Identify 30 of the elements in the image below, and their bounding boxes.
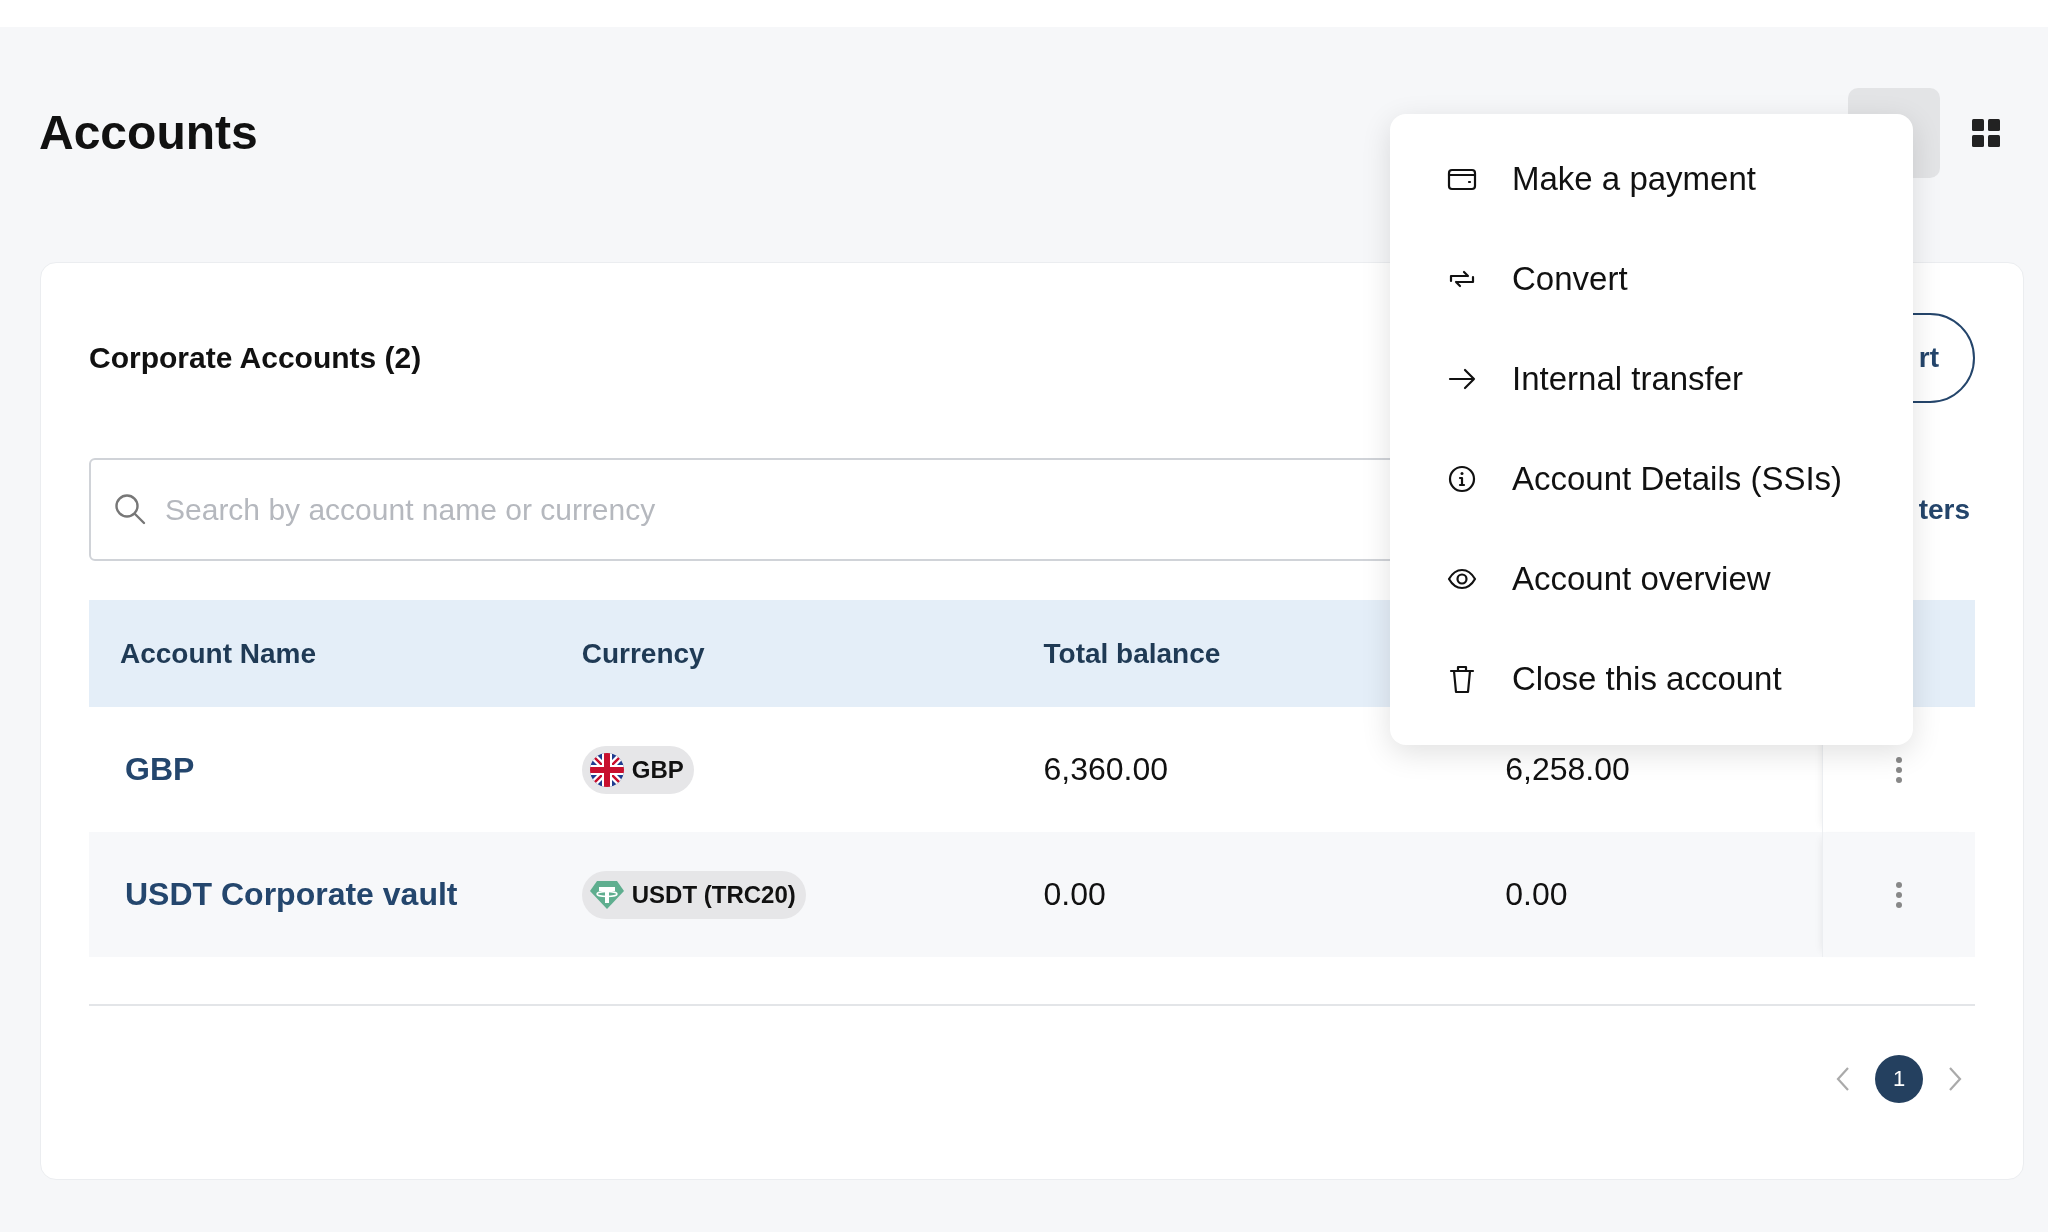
table-cell: 0.00 — [1043, 876, 1106, 913]
chevron-left-icon — [1835, 1066, 1851, 1092]
column-header: Currency — [581, 637, 705, 670]
account-name-link[interactable]: GBP — [125, 751, 195, 788]
search-icon — [113, 492, 147, 526]
menu-item[interactable]: Make a payment — [1390, 129, 1913, 229]
chevron-right-icon — [1947, 1066, 1963, 1092]
menu-item[interactable]: Convert — [1390, 229, 1913, 329]
page-title: Accounts — [39, 105, 258, 161]
table-cell: 6,258.00 — [1505, 751, 1630, 788]
grid-view-icon[interactable] — [1972, 119, 2000, 147]
currency-label: USDT (TRC20) — [631, 880, 796, 909]
currency-label: GBP — [631, 755, 684, 784]
table-cell: 6,360.00 — [1043, 751, 1169, 788]
menu-item[interactable]: Internal transfer — [1390, 329, 1913, 429]
previous-page-button[interactable] — [1835, 1066, 1851, 1092]
tether-icon — [589, 879, 624, 910]
kebab-icon — [1895, 755, 1903, 784]
column-header: Account Name — [120, 637, 317, 670]
menu-item[interactable]: Close this account — [1390, 629, 1913, 729]
next-page-button[interactable] — [1947, 1066, 1963, 1092]
info-icon — [1446, 463, 1478, 495]
page-button[interactable]: 1 — [1875, 1055, 1923, 1103]
filters-link[interactable]: ters — [1918, 493, 1970, 526]
table-cell: 0.00 — [1505, 876, 1568, 913]
card-title: Corporate Accounts (2) — [89, 341, 422, 375]
column-header: Total balance — [1043, 637, 1221, 670]
uk-flag-icon — [589, 752, 624, 787]
account-name-link[interactable]: USDT Corporate vault — [125, 876, 458, 913]
kebab-icon — [1895, 880, 1903, 909]
